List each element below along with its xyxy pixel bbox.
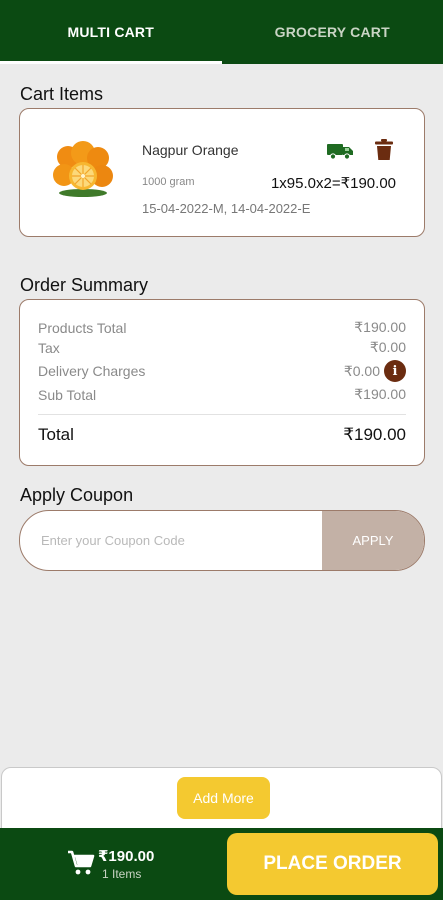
summary-value: ₹0.00 bbox=[369, 339, 406, 355]
cart-total-amount: ₹190.00 bbox=[98, 848, 155, 865]
add-more-button[interactable]: Add More bbox=[177, 777, 270, 819]
total-label: Total bbox=[38, 425, 74, 444]
summary-row-sub-total: Sub Total ₹190.00 bbox=[38, 386, 406, 403]
add-more-panel: Add More bbox=[1, 767, 442, 837]
info-icon[interactable]: i bbox=[384, 360, 406, 382]
cart-items-heading: Cart Items bbox=[20, 84, 104, 104]
summary-label: Products Total bbox=[38, 319, 127, 336]
summary-row-delivery-charges: Delivery Charges ₹0.00 i bbox=[38, 360, 406, 382]
cart-item-card: Nagpur Orange 1000 gram 1x95.0x2=₹190.00… bbox=[19, 108, 425, 237]
summary-total-row: Total ₹190.00 bbox=[38, 425, 406, 445]
cart-tabs: MULTI CART GROCERY CART bbox=[0, 0, 443, 64]
orange-product-image bbox=[53, 141, 113, 197]
apply-coupon-button[interactable]: APPLY bbox=[322, 511, 424, 570]
summary-value: ₹0.00 bbox=[343, 362, 380, 379]
delete-trash-icon[interactable] bbox=[375, 139, 393, 161]
item-delivery-dates: 15-04-2022-M, 14-04-2022-E bbox=[142, 201, 311, 216]
summary-value: ₹190.00 bbox=[354, 386, 406, 402]
order-summary-card: Products Total ₹190.00 Tax ₹0.00 Deliver… bbox=[19, 299, 425, 466]
total-value: ₹190.00 bbox=[343, 425, 406, 444]
summary-divider bbox=[38, 414, 406, 415]
tab-multi-cart[interactable]: MULTI CART bbox=[0, 0, 222, 64]
place-order-button[interactable]: PLACE ORDER bbox=[227, 833, 438, 895]
item-name: Nagpur Orange bbox=[142, 142, 239, 158]
summary-label: Sub Total bbox=[38, 386, 97, 403]
summary-value: ₹190.00 bbox=[354, 319, 406, 335]
summary-label: Tax bbox=[38, 339, 60, 356]
order-summary-heading: Order Summary bbox=[20, 275, 149, 295]
item-price-calculation: 1x95.0x2=₹190.00 bbox=[270, 175, 396, 192]
delivery-truck-icon bbox=[327, 144, 353, 160]
tab-grocery-cart[interactable]: GROCERY CART bbox=[222, 0, 443, 64]
summary-row-products-total: Products Total ₹190.00 bbox=[38, 319, 406, 336]
item-weight: 1000 gram bbox=[142, 176, 195, 188]
apply-coupon-heading: Apply Coupon bbox=[20, 485, 134, 505]
summary-row-tax: Tax ₹0.00 bbox=[38, 339, 406, 356]
coupon-box: APPLY bbox=[19, 510, 425, 571]
cart-item-count: 1 Items bbox=[102, 867, 142, 881]
summary-label: Delivery Charges bbox=[38, 363, 146, 379]
bottom-checkout-bar: ₹190.00 1 Items PLACE ORDER bbox=[0, 828, 443, 900]
shopping-cart-icon[interactable] bbox=[67, 850, 95, 876]
coupon-code-input[interactable] bbox=[20, 511, 322, 570]
